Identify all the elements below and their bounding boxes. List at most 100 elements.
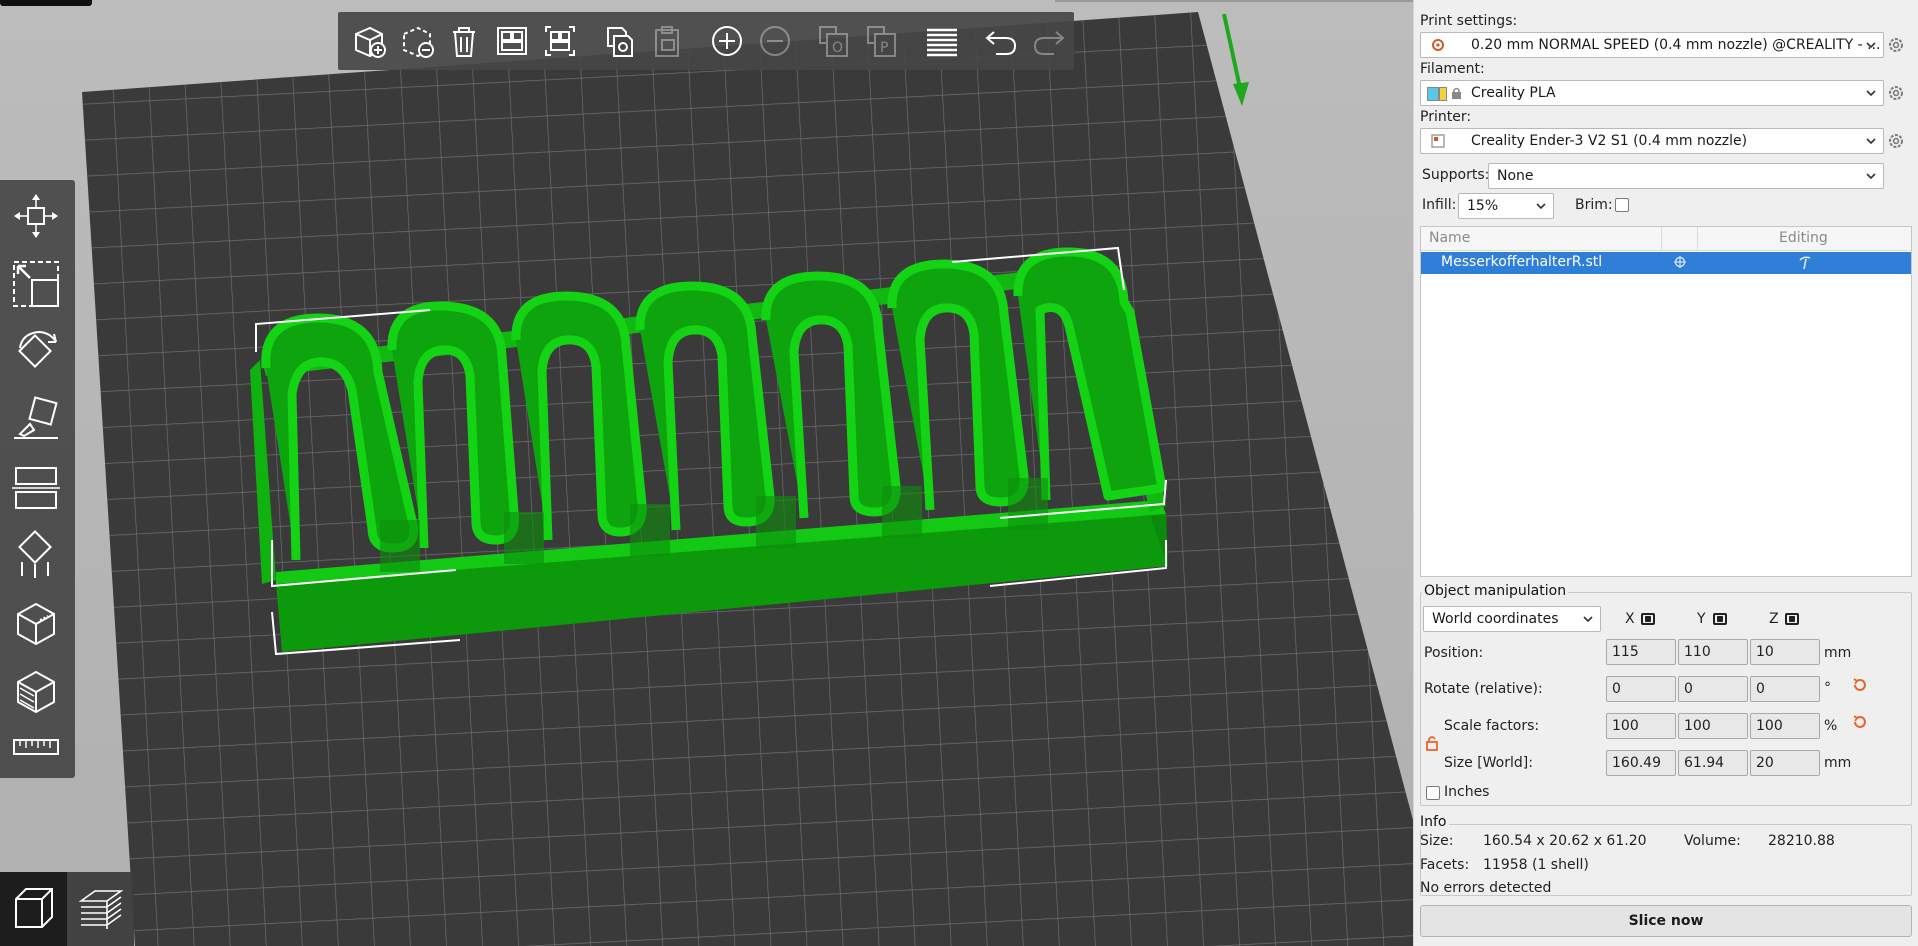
mmu-paint-button[interactable] [8,664,64,720]
editing-wrench-icon[interactable] [1798,255,1814,271]
paste-button[interactable] [644,18,690,64]
rotate-x-field[interactable]: 0 [1606,676,1676,702]
reset-scale-icon[interactable] [1852,714,1868,730]
chevron-down-icon [1865,135,1877,147]
arrange-selection-button[interactable] [537,18,583,64]
undo-icon [985,31,1017,55]
supports-combo[interactable]: None [1488,163,1884,189]
filament-value: Creality PLA [1471,85,1556,101]
move-button[interactable] [8,188,64,244]
add-instance-button[interactable] [704,18,750,64]
main-toolbar: O P [338,12,1074,70]
supports-value: None [1497,168,1534,184]
brim-checkbox[interactable] [1615,198,1629,212]
coordinate-system-value: World coordinates [1432,611,1559,627]
print-settings-gear-icon[interactable] [1887,36,1905,54]
add-button[interactable] [346,18,392,64]
add-instance-icon [711,26,742,56]
target-icon[interactable] [1673,255,1687,269]
rotate-y-field[interactable]: 0 [1678,676,1748,702]
3d-view-icon [14,888,53,928]
column-editing[interactable]: Editing [1779,230,1828,246]
info-facets-label: Facets: [1420,857,1470,873]
position-label: Position: [1424,645,1484,661]
split-parts-button[interactable]: P [859,18,905,64]
scale-x-field[interactable]: 100 [1606,713,1676,739]
preview-tab[interactable] [67,872,134,946]
move-icon [14,194,58,238]
split-parts-icon: P [867,26,897,57]
position-y-field[interactable]: 110 [1678,639,1748,665]
rotate-z-field[interactable]: 0 [1750,676,1820,702]
position-unit: mm [1824,645,1852,661]
info-errors: No errors detected [1420,880,1552,896]
remove-instance-button[interactable] [752,18,798,64]
supports-paint-icon [18,530,52,578]
axis-z-icon[interactable] [1785,613,1799,625]
copy-button[interactable] [597,18,643,64]
arrange-button[interactable] [489,18,535,64]
size-x-field[interactable]: 160.49 [1606,750,1676,776]
place-on-face-button[interactable] [8,392,64,448]
print-settings-label: Print settings: [1420,13,1518,29]
supports-paint-button[interactable] [8,528,64,584]
delete-all-button[interactable] [441,18,487,64]
info-title: Info [1418,814,1449,830]
lock-scale-icon[interactable] [1425,735,1439,751]
rotate-label: Rotate (relative): [1424,681,1543,697]
position-x-field[interactable]: 115 [1606,639,1676,665]
object-list-row[interactable]: MesserkofferhalterR.stl [1421,252,1911,274]
info-volume-label: Volume: [1684,833,1741,849]
slice-now-button[interactable]: Slice now [1420,905,1912,937]
size-label: Size [World]: [1444,755,1533,771]
axis-z-label: Z [1769,611,1779,627]
printer-gear-icon[interactable] [1887,132,1905,150]
position-z-field[interactable]: 10 [1750,639,1820,665]
measure-button[interactable] [8,720,64,776]
seam-paint-button[interactable] [8,596,64,652]
infill-combo[interactable]: 15% [1458,193,1554,219]
scale-y-field[interactable]: 100 [1678,713,1748,739]
svg-text:P: P [880,40,888,56]
inches-checkbox[interactable] [1426,786,1440,800]
chevron-down-icon [1865,39,1877,51]
build-plate-scene[interactable] [0,0,1413,946]
chevron-down-icon [1582,613,1594,625]
3d-viewport[interactable]: O P [0,0,1413,946]
gizmo-toolbar [0,180,75,778]
rotate-button[interactable] [8,324,64,380]
printer-value: Creality Ender-3 V2 S1 (0.4 mm nozzle) [1471,133,1748,149]
size-z-field[interactable]: 20 [1750,750,1820,776]
scale-z-field[interactable]: 100 [1750,713,1820,739]
filament-gear-icon[interactable] [1887,84,1905,102]
chevron-down-icon [1535,200,1547,212]
size-y-field[interactable]: 61.94 [1678,750,1748,776]
cut-button[interactable] [8,460,64,516]
scale-button[interactable] [8,256,64,312]
axis-x-icon[interactable] [1641,613,1655,625]
print-settings-combo[interactable]: 0.20 mm NORMAL SPEED (0.4 mm nozzle) @CR… [1420,32,1884,58]
redo-icon [1034,31,1065,55]
axis-y-icon[interactable] [1713,613,1727,625]
scale-unit: % [1824,718,1838,734]
object-list[interactable]: Name Editing MesserkofferhalterR.stl [1420,226,1912,577]
layers-editing-icon [926,28,957,57]
split-objects-button[interactable]: O [811,18,857,64]
column-name[interactable]: Name [1429,230,1470,246]
printer-combo[interactable]: Creality Ender-3 V2 S1 (0.4 mm nozzle) [1420,128,1884,154]
scale-icon [13,261,59,307]
rotate-icon [18,330,57,368]
redo-button[interactable] [1026,18,1072,64]
brim-label: Brim: [1575,197,1613,213]
coordinate-system-combo[interactable]: World coordinates [1423,606,1601,632]
layers-editing-button[interactable] [919,18,965,64]
print-profile-icon [1431,38,1445,52]
delete-button[interactable] [394,18,440,64]
filament-label: Filament: [1420,61,1485,77]
filament-combo[interactable]: Creality PLA [1420,80,1884,106]
3d-view-tab[interactable] [0,872,67,946]
rotate-unit: ° [1824,680,1831,696]
reset-rotation-icon[interactable] [1852,677,1868,693]
undo-button[interactable] [979,18,1025,64]
delete-icon [402,26,434,58]
